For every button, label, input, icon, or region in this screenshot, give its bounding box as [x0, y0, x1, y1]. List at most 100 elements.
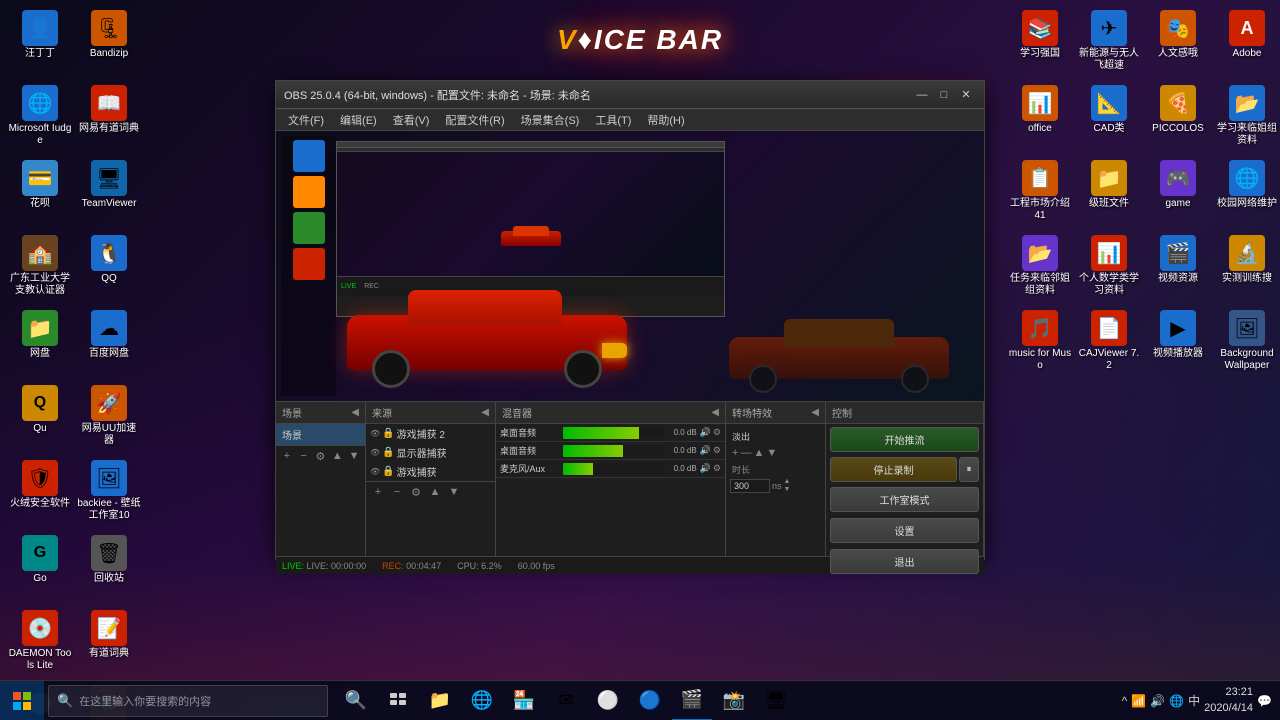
- source-remove-btn[interactable]: −: [389, 484, 405, 500]
- source-eye-icon-2[interactable]: 👁: [370, 467, 380, 476]
- icon-gongcheng[interactable]: 📋 工程市场介绍41: [1006, 156, 1074, 228]
- icon-bandizip[interactable]: 🗜 Bandizip: [75, 6, 143, 78]
- obs-menu-tools[interactable]: 工具(T): [587, 110, 639, 130]
- obs-menu-file[interactable]: 文件(F): [280, 110, 332, 130]
- taskbar-search-box[interactable]: 🔍 在这里输入你要搜索的内容: [48, 685, 328, 717]
- taskbar-app-camera[interactable]: 📸: [714, 681, 754, 720]
- icon-renjian[interactable]: 📂 任务来临邻姐组资料: [1006, 231, 1074, 303]
- stop-record-button[interactable]: 停止录制: [830, 457, 957, 482]
- exit-button[interactable]: 退出: [830, 549, 979, 574]
- taskbar-app-obs[interactable]: 🎬: [672, 681, 712, 720]
- icon-renwu[interactable]: 🎭 人文感哦: [1144, 6, 1212, 78]
- transition-duration-input[interactable]: [730, 479, 770, 493]
- source-eye-icon-1[interactable]: 👁: [370, 448, 380, 457]
- taskbar-app-cortana[interactable]: 🔍: [336, 681, 376, 720]
- icon-xiaoyuan[interactable]: 🌐 校园网络维护: [1213, 156, 1280, 228]
- source-panel-collapse[interactable]: ◀: [481, 407, 489, 418]
- icon-backiee[interactable]: 🖼 backiee - 壁纸工作室10: [75, 456, 143, 528]
- icon-wangpan[interactable]: 📁 网盘: [6, 306, 74, 378]
- taskbar-clock[interactable]: 23:21 2020/4/14: [1204, 685, 1253, 716]
- mixer-panel-collapse[interactable]: ◀: [711, 407, 719, 418]
- scene-settings-btn[interactable]: ⚙: [314, 448, 328, 464]
- icon-guangdong[interactable]: 🏫 广东工业大学 支教认证器: [6, 231, 74, 303]
- icon-ziliao[interactable]: 📂 学习来临姐组资料: [1213, 81, 1280, 153]
- icon-go[interactable]: G Go: [6, 531, 74, 603]
- obs-maximize-button[interactable]: □: [934, 87, 954, 103]
- scene-remove-btn[interactable]: −: [297, 448, 311, 464]
- transition-up-btn[interactable]: ▲: [753, 447, 764, 459]
- taskbar-app-explorer[interactable]: 📁: [420, 681, 460, 720]
- source-item-2[interactable]: 👁 🔒 游戏捕获: [366, 462, 495, 481]
- pause-record-button[interactable]: ⏸: [959, 457, 979, 482]
- source-item-1[interactable]: 👁 🔒 显示器捕获: [366, 443, 495, 462]
- taskbar-app-misc[interactable]: 🖥: [756, 681, 796, 720]
- obs-menu-profile[interactable]: 配置文件(R): [437, 110, 512, 130]
- icon-xingneng[interactable]: ✈ 新能源与无人飞超速: [1075, 6, 1143, 78]
- scene-item-0[interactable]: 场景: [276, 424, 365, 445]
- mixer-settings-0[interactable]: ⚙: [713, 427, 721, 438]
- mixer-settings-2[interactable]: ⚙: [713, 463, 721, 474]
- source-up-btn[interactable]: ▲: [427, 484, 443, 500]
- icon-huabei[interactable]: 💳 花呗: [6, 156, 74, 228]
- obs-minimize-button[interactable]: —: [912, 87, 932, 103]
- icon-youdao2[interactable]: 📝 有道词典: [75, 606, 143, 678]
- icon-shijian[interactable]: 🔬 实测训练搜: [1213, 231, 1280, 303]
- mixer-settings-1[interactable]: ⚙: [713, 445, 721, 456]
- icon-recycle[interactable]: 🗑 回收站: [75, 531, 143, 603]
- icon-xuexi[interactable]: 📚 学习强国: [1006, 6, 1074, 78]
- icon-game[interactable]: 🎮 game: [1144, 156, 1212, 228]
- icon-qq[interactable]: 🐧 QQ: [75, 231, 143, 303]
- transition-duration-up[interactable]: ▲: [784, 478, 791, 485]
- icon-cad[interactable]: 📐 CAD类: [1075, 81, 1143, 153]
- obs-menu-scene-collection[interactable]: 场景集合(S): [513, 110, 588, 130]
- taskbar-ime-icon[interactable]: 中: [1188, 692, 1200, 709]
- taskbar-chevron-icon[interactable]: ^: [1122, 694, 1128, 708]
- mixer-mute-1[interactable]: 🔊: [700, 445, 711, 456]
- taskbar-volume-icon[interactable]: 🔊: [1150, 694, 1165, 708]
- mixer-mute-0[interactable]: 🔊: [700, 427, 711, 438]
- icon-wallpaper[interactable]: 🖼 Background Wallpaper: [1213, 306, 1280, 378]
- scene-up-btn[interactable]: ▲: [330, 448, 344, 464]
- scene-add-btn[interactable]: +: [280, 448, 294, 464]
- taskbar-app-ie[interactable]: 🔵: [630, 681, 670, 720]
- taskbar-notification-icon[interactable]: 💬: [1257, 694, 1272, 708]
- icon-music[interactable]: 🎵 music for Muso: [1006, 306, 1074, 378]
- obs-menu-edit[interactable]: 编辑(E): [332, 110, 385, 130]
- icon-gerendata[interactable]: 📊 个人数学类学习资料: [1075, 231, 1143, 303]
- source-add-btn[interactable]: +: [370, 484, 386, 500]
- source-settings-btn[interactable]: ⚙: [408, 484, 424, 500]
- icon-shipinbofang[interactable]: ▶ 视频播放器: [1144, 306, 1212, 378]
- obs-close-button[interactable]: ✕: [956, 87, 976, 103]
- taskbar-app-store[interactable]: 🏪: [504, 681, 544, 720]
- mixer-mute-2[interactable]: 🔊: [700, 463, 711, 474]
- source-eye-icon-0[interactable]: 👁: [370, 429, 380, 438]
- transition-duration-down[interactable]: ▼: [784, 486, 791, 493]
- icon-huoxian[interactable]: 🛡 火绒安全软件: [6, 456, 74, 528]
- source-item-0[interactable]: 👁 🔒 游戏捕获 2: [366, 424, 495, 443]
- icon-daemon[interactable]: 💿 DAEMON Tools Lite: [6, 606, 74, 678]
- scene-panel-collapse[interactable]: ◀: [351, 407, 359, 418]
- icon-piccolo[interactable]: 🍕 PICCOLOS: [1144, 81, 1212, 153]
- settings-button[interactable]: 设置: [830, 518, 979, 543]
- obs-menu-help[interactable]: 帮助(H): [639, 110, 692, 130]
- icon-office[interactable]: 📊 office: [1006, 81, 1074, 153]
- taskbar-app-mail[interactable]: ✉: [546, 681, 586, 720]
- icon-jieji[interactable]: 📁 级班文件: [1075, 156, 1143, 228]
- start-button[interactable]: [0, 681, 44, 720]
- icon-baidu[interactable]: ☁ 百度网盘: [75, 306, 143, 378]
- icon-qu[interactable]: Q Qu: [6, 381, 74, 453]
- source-lock-icon-0[interactable]: 🔒: [382, 428, 394, 439]
- studio-mode-button[interactable]: 工作室模式: [830, 487, 979, 512]
- taskbar-app-edge[interactable]: 🌐: [462, 681, 502, 720]
- taskbar-app-chrome[interactable]: ⚪: [588, 681, 628, 720]
- scene-down-btn[interactable]: ▼: [347, 448, 361, 464]
- icon-youdao[interactable]: 📖 网易有道词典: [75, 81, 143, 153]
- taskbar-wifi-icon[interactable]: 📶: [1131, 694, 1146, 708]
- icon-dingtingting[interactable]: 👤 汪丁丁: [6, 6, 74, 78]
- taskbar-app-taskview[interactable]: [378, 681, 418, 720]
- source-lock-icon-1[interactable]: 🔒: [382, 447, 394, 458]
- icon-uu[interactable]: 🚀 网易UU加速器: [75, 381, 143, 453]
- transition-remove-btn[interactable]: —: [740, 447, 751, 459]
- taskbar-battery-icon[interactable]: 🌐: [1169, 694, 1184, 708]
- obs-menu-view[interactable]: 查看(V): [385, 110, 438, 130]
